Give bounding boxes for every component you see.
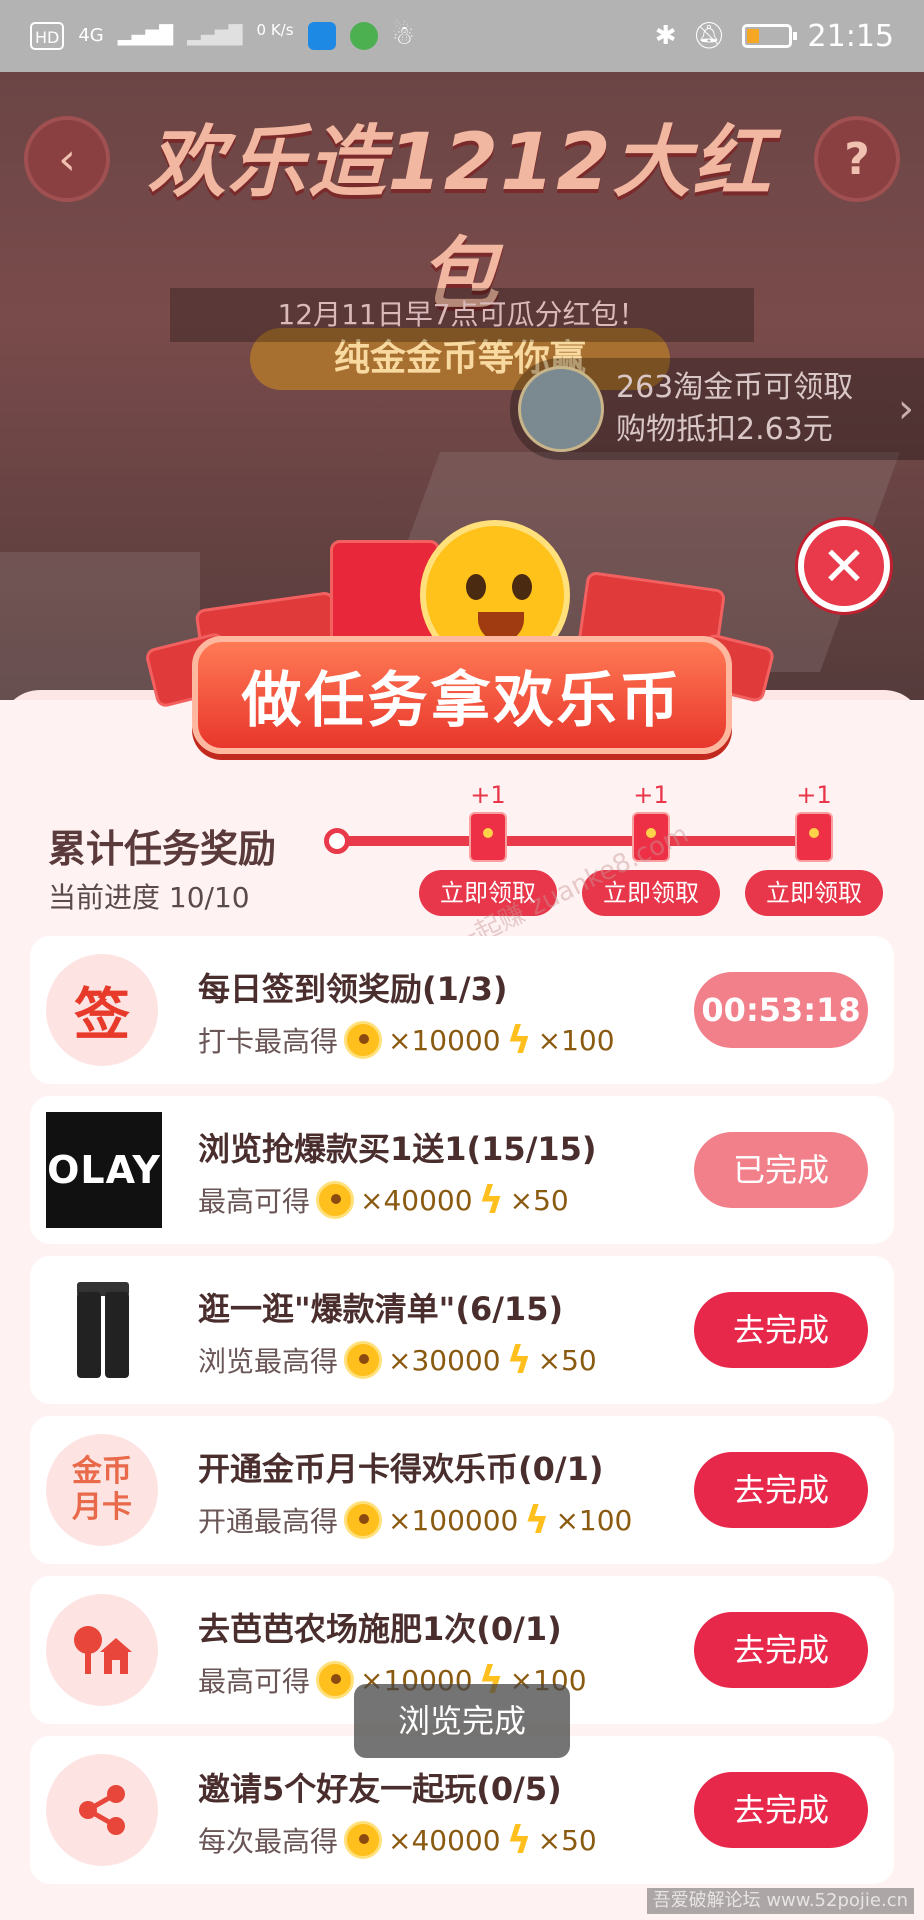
progress-count: 当前进度 10/10: [48, 881, 250, 914]
progress-start-dot: [324, 828, 350, 854]
task-row-hotlist: 逛一逛"爆款清单"(6/15) 浏览最高得 ×30000 ϟ ×50 去完成: [30, 1256, 894, 1404]
network-speed: 0 K/s: [256, 21, 294, 39]
coin-available: 263淘金币可领取: [616, 370, 854, 405]
mute-bell-icon: 🔕︎: [692, 21, 726, 51]
bluetooth-icon: ✱: [654, 21, 677, 51]
olay-logo: OLAY: [46, 1112, 162, 1228]
qq-icon: ☃: [391, 21, 415, 51]
milestone-plus: +1: [470, 781, 506, 809]
bolt-icon: ϟ: [506, 1818, 532, 1862]
bolt-icon: ϟ: [478, 1178, 504, 1222]
signal-bars-icon: ▂▄▆█: [117, 25, 174, 46]
bolt-icon: ϟ: [506, 1018, 532, 1062]
task-title: 去芭芭农场施肥1次(0/1): [198, 1610, 562, 1648]
go-complete-button[interactable]: 去完成: [694, 1772, 868, 1848]
completed-button[interactable]: 已完成: [694, 1132, 868, 1208]
task-title: 邀请5个好友一起玩(0/5): [198, 1770, 562, 1808]
chevron-left-icon: ‹: [58, 133, 76, 185]
green-app-icon: [349, 22, 378, 50]
farm-icon: [46, 1594, 158, 1706]
share-icon: [46, 1754, 158, 1866]
battery-icon: [741, 24, 797, 48]
coin-icon: [344, 1341, 383, 1379]
status-bar: HD 4G ▂▄▆█ ▂▄▆█ 0 K/s ☃ ✱ 🔕︎ 21:15: [0, 0, 924, 72]
help-button[interactable]: ?: [814, 116, 900, 202]
task-reward: 最高可得 ×40000 ϟ ×50: [198, 1178, 569, 1222]
countdown-button[interactable]: 00:53:18: [694, 972, 868, 1048]
coin-icon: [344, 1501, 383, 1539]
back-button[interactable]: ‹: [24, 116, 110, 202]
bolt-icon: ϟ: [524, 1498, 550, 1542]
clock: 21:15: [807, 18, 894, 54]
toast-message: 浏览完成: [354, 1684, 570, 1758]
task-title: 逛一逛"爆款清单"(6/15): [198, 1290, 564, 1328]
chevron-right-icon: ›: [898, 386, 914, 432]
claim-button-3[interactable]: 立即领取: [745, 870, 883, 916]
question-icon: ?: [844, 133, 870, 185]
shield-app-icon: [307, 22, 336, 50]
task-title: 开通金币月卡得欢乐币(0/1): [198, 1450, 604, 1488]
footer-watermark: 吾爱破解论坛 www.52pojie.cn: [646, 1888, 914, 1914]
task-reward: 开通最高得 ×100000 ϟ ×100: [198, 1498, 633, 1542]
signal-4g-icon: 4G: [78, 25, 104, 46]
red-envelope-icon: [795, 812, 833, 862]
coin-icon: [316, 1181, 355, 1219]
task-reward: 每次最高得 ×40000 ϟ ×50: [198, 1818, 597, 1862]
task-row-checkin: 签 每日签到领奖励(1/3) 打卡最高得 ×10000 ϟ ×100 00:53:18: [30, 936, 894, 1084]
close-icon: ✕: [821, 534, 867, 598]
coin-claim-panel[interactable]: 263淘金币可领取 购物抵扣2.63元 ›: [510, 358, 924, 460]
bolt-icon: ϟ: [506, 1338, 532, 1382]
task-row-olay: OLAY 浏览抢爆款买1送1(15/15) 最高可得 ×40000 ϟ ×50 已完成: [30, 1096, 894, 1244]
coin-icon: [344, 1021, 383, 1059]
pants-icon: [46, 1274, 158, 1386]
milestone-plus: +1: [633, 781, 669, 809]
red-envelope-icon: [469, 812, 507, 862]
task-reward: 打卡最高得 ×10000 ϟ ×100: [198, 1018, 615, 1062]
coin-icon: [316, 1661, 355, 1699]
milestone-3: +1 立即领取: [729, 778, 899, 916]
progress-title: 累计任务奖励: [48, 827, 277, 871]
coin-icon: [344, 1821, 383, 1859]
signal-bars-empty-icon: ▂▄▆█: [187, 25, 243, 46]
task-reward: 浏览最高得 ×30000 ϟ ×50: [198, 1338, 597, 1382]
hd-icon: HD: [30, 22, 65, 50]
month-card-icon: 金币月卡: [46, 1434, 158, 1546]
task-row-monthcard: 金币月卡 开通金币月卡得欢乐币(0/1) 开通最高得 ×100000 ϟ ×100 去…: [30, 1416, 894, 1564]
go-complete-button[interactable]: 去完成: [694, 1292, 868, 1368]
task-title: 浏览抢爆款买1送1(15/15): [198, 1130, 597, 1168]
go-complete-button[interactable]: 去完成: [694, 1612, 868, 1688]
task-row-invite: 邀请5个好友一起玩(0/5) 每次最高得 ×40000 ϟ ×50 去完成: [30, 1736, 894, 1884]
go-complete-button[interactable]: 去完成: [694, 1452, 868, 1528]
milestone-plus: +1: [796, 781, 832, 809]
coin-discount: 购物抵扣2.63元: [616, 412, 833, 447]
close-popup-button[interactable]: ✕: [798, 520, 890, 612]
globe-icon: [518, 366, 604, 452]
event-banner: 欢乐造1212大红包 纯金金币等你赢: [140, 100, 780, 390]
popup-title: 做任务拿欢乐币: [192, 636, 732, 754]
checkin-icon: 签: [46, 954, 158, 1066]
event-notice: 12月11日早7点可瓜分红包！: [170, 288, 754, 342]
task-title: 每日签到领奖励(1/3): [198, 970, 508, 1008]
